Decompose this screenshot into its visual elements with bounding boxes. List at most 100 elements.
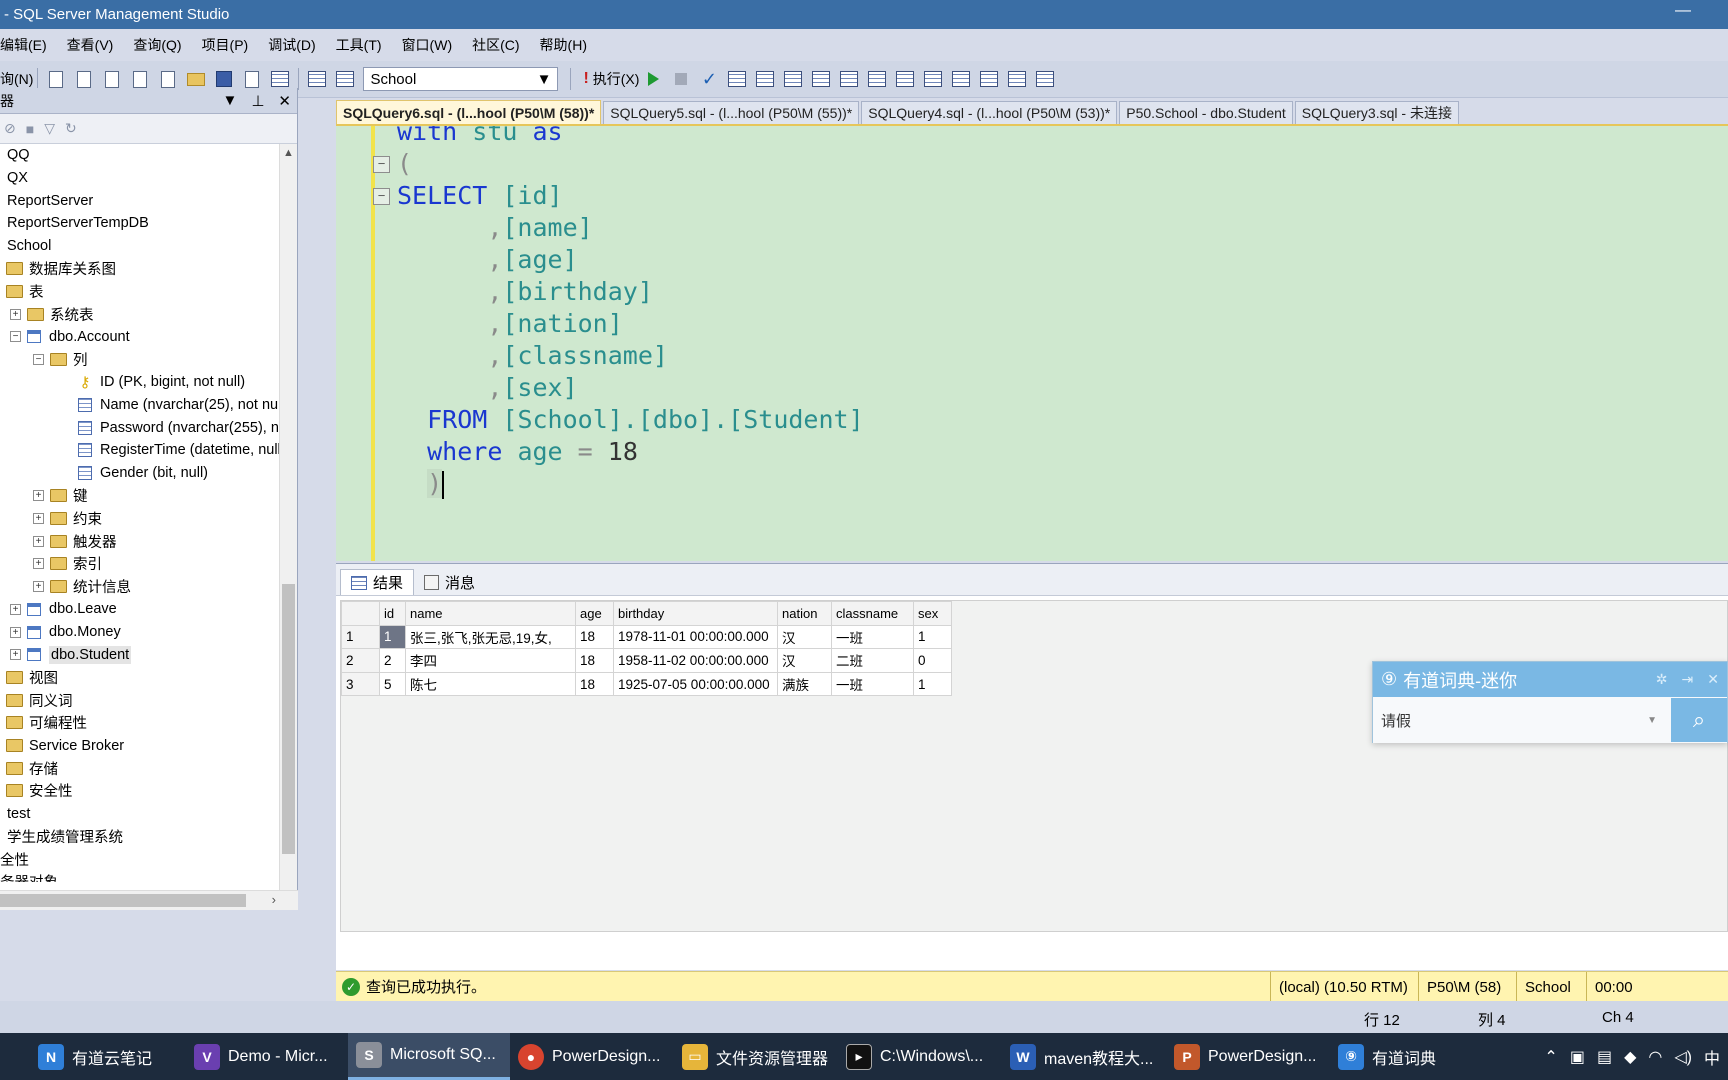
cell-id[interactable]: 1 <box>379 624 406 650</box>
taskbar-item-word[interactable]: Wmaven教程大... <box>1002 1033 1166 1080</box>
minimize-button[interactable]: — <box>1668 2 1698 24</box>
change-connection-icon[interactable] <box>334 68 356 90</box>
row-number[interactable]: 2 <box>341 648 380 673</box>
start-partial[interactable] <box>0 1033 30 1080</box>
specify-values-icon[interactable] <box>1034 68 1056 90</box>
client-stats-icon[interactable] <box>838 68 860 90</box>
tree-node-db-diagrams[interactable]: 数据库关系图 <box>6 258 116 281</box>
tree-node-server-objects[interactable]: 务器对象 <box>0 870 58 882</box>
tree-horizontal-scrollbar[interactable]: › <box>0 890 298 910</box>
uncomment-icon[interactable] <box>950 68 972 90</box>
new-file-icon[interactable] <box>45 68 67 90</box>
query-designer-icon[interactable] <box>754 68 776 90</box>
column-header-age[interactable]: age <box>575 601 614 626</box>
open-folder-icon[interactable] <box>185 68 207 90</box>
close-icon[interactable]: ✕ <box>1707 671 1719 688</box>
column-header-nation[interactable]: nation <box>777 601 832 626</box>
cell-sex[interactable]: 0 <box>913 648 952 673</box>
tray-app-icon[interactable]: ▤ <box>1597 1047 1612 1067</box>
refresh-icon[interactable]: ↻ <box>65 120 77 137</box>
cell-age[interactable]: 18 <box>575 671 614 697</box>
cell-nation[interactable]: 满族 <box>777 671 832 697</box>
cell-name[interactable]: 李四 <box>405 648 576 673</box>
expand-icon[interactable]: + <box>33 490 44 502</box>
tab-sqlquery4[interactable]: SQLQuery4.sql - (l...hool (P50\M (53))* <box>861 101 1118 124</box>
expand-icon[interactable]: + <box>10 603 21 615</box>
settings-gear-icon[interactable]: ✲ <box>1656 671 1668 688</box>
tab-sqlquery6[interactable]: SQLQuery6.sql - (l...hool (P50\M (58))* <box>336 100 602 124</box>
tree-node-qq[interactable]: QQ <box>7 144 30 167</box>
expand-icon[interactable]: + <box>33 513 44 525</box>
wifi-icon[interactable]: ◠ <box>1648 1047 1662 1067</box>
tree-node-programmability[interactable]: 可编程性 <box>6 712 87 735</box>
cell-id[interactable]: 5 <box>379 671 406 697</box>
connect-icon[interactable] <box>306 68 328 90</box>
collapse-icon[interactable]: − <box>373 156 390 173</box>
filter-icon[interactable]: ▽ <box>44 120 55 137</box>
new-analysis-query-icon[interactable] <box>101 68 123 90</box>
stop-icon[interactable]: ■ <box>26 121 34 137</box>
tree-node-dbo-student[interactable]: + dbo.Student <box>10 643 132 666</box>
tree-node-server-security[interactable]: 全性 <box>0 848 29 871</box>
tree-node-col-gender[interactable]: Gender (bit, null) <box>78 462 208 485</box>
tree-node-col-password[interactable]: Password (nvarchar(255), nc <box>78 416 286 439</box>
tree-node-synonyms[interactable]: 同义词 <box>6 689 73 712</box>
tab-sqlquery5[interactable]: SQLQuery5.sql - (l...hool (P50\M (55))* <box>603 101 860 124</box>
tree-node-service-broker[interactable]: Service Broker <box>6 734 124 757</box>
debug-play-icon[interactable] <box>642 68 664 90</box>
tree-vertical-scrollbar[interactable]: ▲ <box>279 144 297 890</box>
save-icon[interactable] <box>213 68 235 90</box>
column-header-birthday[interactable]: birthday <box>613 601 778 626</box>
execute-button[interactable]: ! 执行(X) <box>583 69 639 89</box>
tree-node-reportserver[interactable]: ReportServer <box>7 189 93 212</box>
taskbar-item-file-explorer[interactable]: ▭ 文件资源管理器 <box>674 1033 838 1080</box>
pin-icon[interactable]: ⊥ <box>251 92 264 110</box>
cell-birthday[interactable]: 1978-11-01 00:00:00.000 <box>613 624 778 650</box>
tree-node-system-tables[interactable]: + 系统表 <box>10 303 94 326</box>
menu-community[interactable]: 社区(C) <box>462 35 529 55</box>
print-icon[interactable] <box>241 68 263 90</box>
tab-results[interactable]: 结果 <box>340 569 415 595</box>
taskbar-item-powerdesigner[interactable]: P PowerDesign... <box>1166 1033 1330 1080</box>
expand-icon[interactable]: + <box>10 626 21 638</box>
menu-project[interactable]: 项目(P) <box>192 35 259 55</box>
tree-node-tables[interactable]: 表 <box>6 280 44 303</box>
expand-icon[interactable]: + <box>10 649 21 661</box>
include-plan-icon[interactable] <box>810 68 832 90</box>
expand-icon[interactable]: + <box>33 535 44 547</box>
column-header-name[interactable]: name <box>405 601 576 626</box>
menu-view[interactable]: 查看(V) <box>57 35 124 55</box>
taskbar-item-ssms[interactable]: S Microsoft SQ... <box>348 1033 510 1080</box>
dropdown-icon[interactable]: ▼ <box>222 92 237 110</box>
cell-age[interactable]: 18 <box>575 648 614 673</box>
ime-indicator[interactable]: 中 <box>1704 1045 1720 1069</box>
taskbar-item-chrome-powerdesigner[interactable]: ● PowerDesign... <box>510 1033 674 1080</box>
results-to-text-icon[interactable] <box>866 68 888 90</box>
cell-age[interactable]: 18 <box>575 624 614 650</box>
column-header-id[interactable]: id <box>379 601 406 626</box>
menu-help[interactable]: 帮助(H) <box>530 35 597 55</box>
new-query-button[interactable]: 询(N) <box>0 69 33 89</box>
tree-node-statistics[interactable]: + 统计信息 <box>33 575 131 598</box>
menu-window[interactable]: 窗口(W) <box>392 35 463 55</box>
chevron-up-icon[interactable]: ⌃ <box>1544 1047 1557 1067</box>
disconnect-icon[interactable]: ⊘ <box>4 120 16 137</box>
query-editor[interactable]: − − with stu as ( SELECT [id] ,[name] ,[… <box>336 124 1728 561</box>
display-plan-icon[interactable] <box>726 68 748 90</box>
tree-node-qx[interactable]: QX <box>7 167 28 190</box>
tree-node-student-grades-db[interactable]: 学生成绩管理系统 <box>7 825 123 848</box>
tree-node-storage[interactable]: 存储 <box>6 757 58 780</box>
tray-app-icon[interactable]: ◆ <box>1624 1047 1636 1067</box>
taskbar-item-youdao-note[interactable]: N 有道云笔记 <box>30 1033 186 1080</box>
menu-tools[interactable]: 工具(T) <box>326 35 392 55</box>
tree-node-school[interactable]: School <box>7 235 51 258</box>
expand-icon[interactable]: + <box>10 308 21 320</box>
tree-node-keys[interactable]: + 键 <box>33 485 88 508</box>
cell-name[interactable]: 张三,张飞,张无忌,19,女, <box>405 624 576 650</box>
cell-sex[interactable]: 1 <box>913 624 952 650</box>
column-header-classname[interactable]: classname <box>831 601 914 626</box>
expand-icon[interactable]: + <box>33 581 44 593</box>
taskbar-item-visual-studio[interactable]: V Demo - Micr... <box>186 1033 348 1080</box>
tree-node-indexes[interactable]: + 索引 <box>33 553 102 576</box>
menu-query[interactable]: 查询(Q) <box>123 35 191 55</box>
